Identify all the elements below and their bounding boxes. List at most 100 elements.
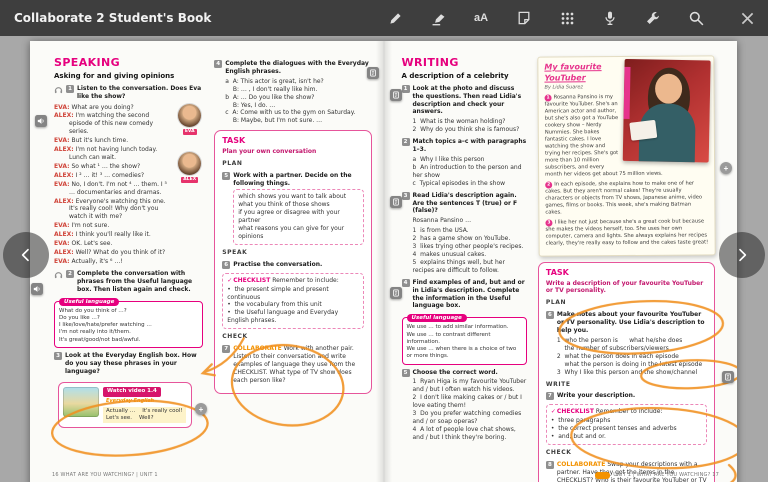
task-title: TASK xyxy=(222,136,246,146)
dialogue-line: EVA: I'm not sure. xyxy=(54,222,110,230)
exercise-instruction: Look at the Everyday English box. How do… xyxy=(65,351,197,375)
exercise-lead: Rosanna Pansino … xyxy=(412,217,472,225)
exercise-4: 4 Find examples of and, but and or in Li… xyxy=(401,278,527,311)
apps-grid-button[interactable] xyxy=(556,7,578,29)
alex-photo xyxy=(178,151,202,175)
viewer-area: SPEAKING Asking for and giving opinions … xyxy=(0,36,768,482)
exercise-items: 1 Ryan Higa is my favourite YouTuber and… xyxy=(412,378,527,441)
video-thumbnail[interactable] xyxy=(63,387,99,418)
worksheet-icon xyxy=(393,289,399,297)
exercise-instruction: Match topics a–c with paragraphs 1–3. xyxy=(412,138,527,154)
microphone-button[interactable] xyxy=(599,7,621,29)
pen-icon xyxy=(389,12,401,24)
dialogue-line: ALEX: Well? What do you think of it? xyxy=(54,248,166,256)
alex-name-tag: ALEX xyxy=(181,176,199,183)
close-icon xyxy=(741,12,753,24)
speaking-subheading: Asking for and giving opinions xyxy=(54,71,175,80)
headphones-icon xyxy=(54,85,63,94)
close-button[interactable] xyxy=(736,7,758,29)
microphone-icon xyxy=(605,11,615,25)
task-box-speaking: TASK Plan your own conversation PLAN 5 W… xyxy=(214,130,372,394)
article-paragraph: 2 In each episode, she explains how to ma… xyxy=(545,180,703,216)
exercise-instruction: Complete the dialogues with the Everyday… xyxy=(225,60,369,75)
stage-check: CHECK xyxy=(222,333,248,341)
ebook-reader: Collaborate 2 Student's Book aA SPEAKING… xyxy=(0,0,768,482)
exercise-instruction: COLLABORATE Work with another pair. Liste… xyxy=(233,345,356,384)
photo-ribbon xyxy=(623,66,631,120)
book-title: Collaborate 2 Student's Book xyxy=(14,11,212,25)
exercise-instruction: Read Lidia's description again. Are the … xyxy=(412,191,518,215)
video-box-content: Watch video 1.4 Everyday English Actuall… xyxy=(103,387,187,424)
dialogue-line: EVA: OK. Let's see. xyxy=(54,240,113,248)
exercise-number: 2 xyxy=(401,138,410,147)
worksheet-icon xyxy=(393,91,399,99)
checklist-items: • three paragraphs • the correct present… xyxy=(550,417,677,441)
activity-button[interactable] xyxy=(722,371,734,383)
pen-tool-button[interactable] xyxy=(384,7,406,29)
exercise-6: 6 Make notes about your favourite YouTub… xyxy=(545,311,707,376)
everyday-english-label: Everyday English xyxy=(106,397,155,404)
collaborate-badge: COLLABORATE xyxy=(233,345,282,353)
search-button[interactable] xyxy=(685,7,707,29)
eva-photo xyxy=(178,103,202,127)
page-footer-left: 16 WHAT ARE YOU WATCHING? | UNIT 1 xyxy=(52,472,158,479)
collaborate-badge: COLLABORATE xyxy=(556,460,606,468)
exercise-instruction: Look at the photo and discuss the questi… xyxy=(412,84,522,116)
chevron-left-icon xyxy=(21,248,29,262)
alex-avatar: ALEX xyxy=(176,151,203,183)
exercise-7: 7 COLLABORATE Work with another pair. Lis… xyxy=(222,345,363,385)
exercise-number: 7 xyxy=(222,345,231,354)
task-subtitle: Plan your own conversation xyxy=(222,147,317,155)
audio-play-button[interactable] xyxy=(35,115,47,127)
activity-button[interactable] xyxy=(390,196,402,208)
exercise-number: 2 xyxy=(66,269,74,278)
dialogue-line: ALEX: I think you'll really like it. xyxy=(54,231,151,239)
exercise-1: 1 Look at the photo and discuss the ques… xyxy=(401,84,527,134)
exercise-7: 7 Write your description. xyxy=(545,392,707,401)
exercise-number: 5 xyxy=(222,171,231,180)
tools-button[interactable] xyxy=(642,7,664,29)
exercise-instruction: Write your description. xyxy=(556,392,636,400)
exercise-3: 3 Read Lidia's description again. Are th… xyxy=(401,191,527,275)
dialogue: EVA: What are you doing? ALEX: I'm watchin… xyxy=(54,103,203,266)
youtuber-photo xyxy=(622,58,711,163)
zoom-plus-button[interactable]: + xyxy=(720,162,732,174)
headphones-icon xyxy=(54,270,63,279)
activity-button[interactable] xyxy=(390,89,402,101)
exercise-2: 2 Complete the conversation with phrases… xyxy=(54,269,203,294)
page-left: SPEAKING Asking for and giving opinions … xyxy=(30,41,384,482)
eva-name-tag: EVA xyxy=(182,128,197,135)
toolbar: aA xyxy=(384,7,758,29)
activity-button[interactable] xyxy=(367,67,379,79)
prev-page-button[interactable] xyxy=(3,232,49,278)
eva-avatar: EVA xyxy=(176,103,203,135)
grid-icon xyxy=(561,12,573,24)
audio-play-button[interactable] xyxy=(31,283,43,295)
useful-language-title: Useful language xyxy=(406,314,467,323)
exercise-3: 3 Look at the Everyday English box. How … xyxy=(54,351,203,376)
notes-tool-button[interactable] xyxy=(513,7,535,29)
exercise-items: a Why I like this person b An introducti… xyxy=(412,156,522,187)
task-title: TASK xyxy=(545,268,569,278)
exercise-number: 7 xyxy=(545,392,554,401)
search-icon xyxy=(689,11,703,25)
speaker-icon xyxy=(33,286,40,292)
task-box-writing: TASK Write a description of your favouri… xyxy=(537,262,715,482)
watch-video-label: Watch video 1.4 xyxy=(103,387,161,397)
next-page-button[interactable] xyxy=(719,232,765,278)
checklist-box: ✓CHECKLIST Remember to include: • the pr… xyxy=(222,272,364,330)
text-tool-button[interactable]: aA xyxy=(470,7,492,29)
zoom-plus-button[interactable]: + xyxy=(195,403,207,415)
exercise-instruction: Practise the conversation. xyxy=(233,260,323,268)
dialogue-line: EVA: But it's lunch time. xyxy=(54,137,129,145)
exercise-5: 5 Choose the correct word. 1 Ryan Higa i… xyxy=(401,368,527,442)
everyday-english-video-box[interactable]: Watch video 1.4 Everyday English Actuall… xyxy=(58,382,193,429)
exercise-number: 8 xyxy=(545,460,554,469)
writing-subheading: A description of a celebrity xyxy=(401,71,509,80)
exercise-instruction: Make notes about your favourite YouTuber… xyxy=(556,311,705,335)
highlighter-tool-button[interactable] xyxy=(427,7,449,29)
worksheet-icon xyxy=(370,69,376,77)
exercise-items: 1 is from the USA. 2 has a game show on … xyxy=(412,227,524,274)
photo-tablet xyxy=(629,119,658,141)
activity-button[interactable] xyxy=(390,287,402,299)
